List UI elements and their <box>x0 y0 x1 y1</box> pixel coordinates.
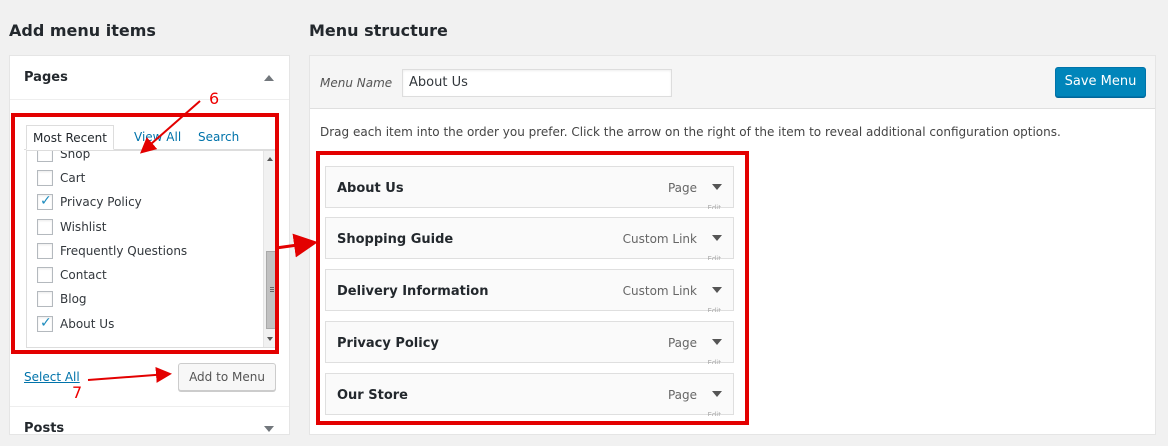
pages-section-title: Pages <box>24 70 68 85</box>
menu-item-type: Custom Link <box>622 284 697 298</box>
item-label: Cart <box>60 171 86 185</box>
menu-item-edit-label[interactable]: Edit <box>707 411 721 416</box>
menu-item-edit-label[interactable]: Edit <box>707 307 721 312</box>
checkmark-icon: ✓ <box>40 193 52 209</box>
pages-checklist: Shop Cart ✓ Privacy Policy Wishlist Freq… <box>26 150 278 348</box>
save-menu-button[interactable]: Save Menu <box>1055 67 1146 97</box>
checkbox[interactable] <box>37 243 53 259</box>
checkbox[interactable] <box>37 267 53 283</box>
menu-item[interactable]: Privacy Policy Page Edit <box>325 321 734 364</box>
scroll-thumb[interactable] <box>266 251 276 329</box>
menu-item[interactable]: Our Store Page Edit <box>325 373 734 416</box>
expand-arrow-icon[interactable] <box>712 391 722 397</box>
select-all-link[interactable]: Select All <box>24 370 80 384</box>
add-menu-items-heading: Add menu items <box>9 21 156 40</box>
list-scrollbar[interactable] <box>263 151 277 347</box>
expand-arrow-icon[interactable] <box>712 235 722 241</box>
tab-view-all[interactable]: View All <box>134 125 181 150</box>
menu-item[interactable]: About Us Page Edit <box>325 166 734 209</box>
menu-item-type: Page <box>667 388 697 402</box>
menu-instructions: Drag each item into the order you prefer… <box>320 125 1061 139</box>
expand-arrow-icon[interactable] <box>264 426 274 432</box>
menu-item-title: Privacy Policy <box>337 336 439 351</box>
menu-item-type: Page <box>667 336 697 350</box>
expand-arrow-icon[interactable] <box>712 184 722 190</box>
expand-arrow-icon[interactable] <box>712 287 722 293</box>
menu-item-edit-label[interactable]: Edit <box>707 204 721 209</box>
menu-item-title: Shopping Guide <box>337 232 454 247</box>
checkbox[interactable] <box>37 151 53 162</box>
menu-structure-heading: Menu structure <box>309 21 448 40</box>
menu-header: Menu Name About Us Save Menu <box>310 56 1155 109</box>
checkbox[interactable] <box>37 219 53 235</box>
posts-section-header[interactable]: Posts <box>10 406 289 446</box>
menu-item-title: Our Store <box>337 388 408 403</box>
menu-item-title: Delivery Information <box>337 284 489 299</box>
pages-section-header[interactable]: Pages <box>10 56 289 100</box>
add-to-menu-button[interactable]: Add to Menu <box>178 363 276 391</box>
checkmark-icon: ✓ <box>40 315 52 331</box>
menu-name-label: Menu Name <box>320 76 393 90</box>
menu-item-type: Custom Link <box>622 232 697 246</box>
item-label: About Us <box>60 317 115 331</box>
pages-tabs: Most Recent View All Search <box>24 125 276 150</box>
menu-item-edit-label[interactable]: Edit <box>707 359 721 364</box>
menu-item-edit-label[interactable]: Edit <box>707 255 721 260</box>
expand-arrow-icon[interactable] <box>712 339 722 345</box>
item-label: Contact <box>60 268 107 282</box>
menu-item-title: About Us <box>337 181 404 196</box>
collapse-arrow-icon[interactable] <box>264 75 274 81</box>
item-label: Wishlist <box>60 220 107 234</box>
scroll-down-icon[interactable] <box>267 337 273 341</box>
checkbox[interactable] <box>37 170 53 186</box>
tab-search[interactable]: Search <box>198 125 239 150</box>
checkbox[interactable]: ✓ <box>37 315 53 332</box>
item-label: Frequently Questions <box>60 244 188 258</box>
item-label: Privacy Policy <box>60 195 142 209</box>
checkbox[interactable] <box>37 291 53 307</box>
tab-most-recent[interactable]: Most Recent <box>26 125 114 150</box>
scroll-up-icon[interactable] <box>267 157 273 161</box>
item-label: Shop <box>60 150 91 161</box>
item-label: Blog <box>60 292 87 306</box>
annotation-number-7: 7 <box>72 383 83 402</box>
menu-name-input[interactable]: About Us <box>402 69 672 97</box>
checkbox[interactable]: ✓ <box>37 193 53 210</box>
menu-structure-panel: Menu Name About Us Save Menu Drag each i… <box>309 55 1156 435</box>
annotation-number-6: 6 <box>209 89 220 108</box>
menu-item[interactable]: Delivery Information Custom Link Edit <box>325 269 734 312</box>
menu-item-type: Page <box>667 181 697 195</box>
add-menu-items-panel: Pages Most Recent View All Search Shop C… <box>9 55 290 436</box>
menu-item[interactable]: Shopping Guide Custom Link Edit <box>325 217 734 260</box>
